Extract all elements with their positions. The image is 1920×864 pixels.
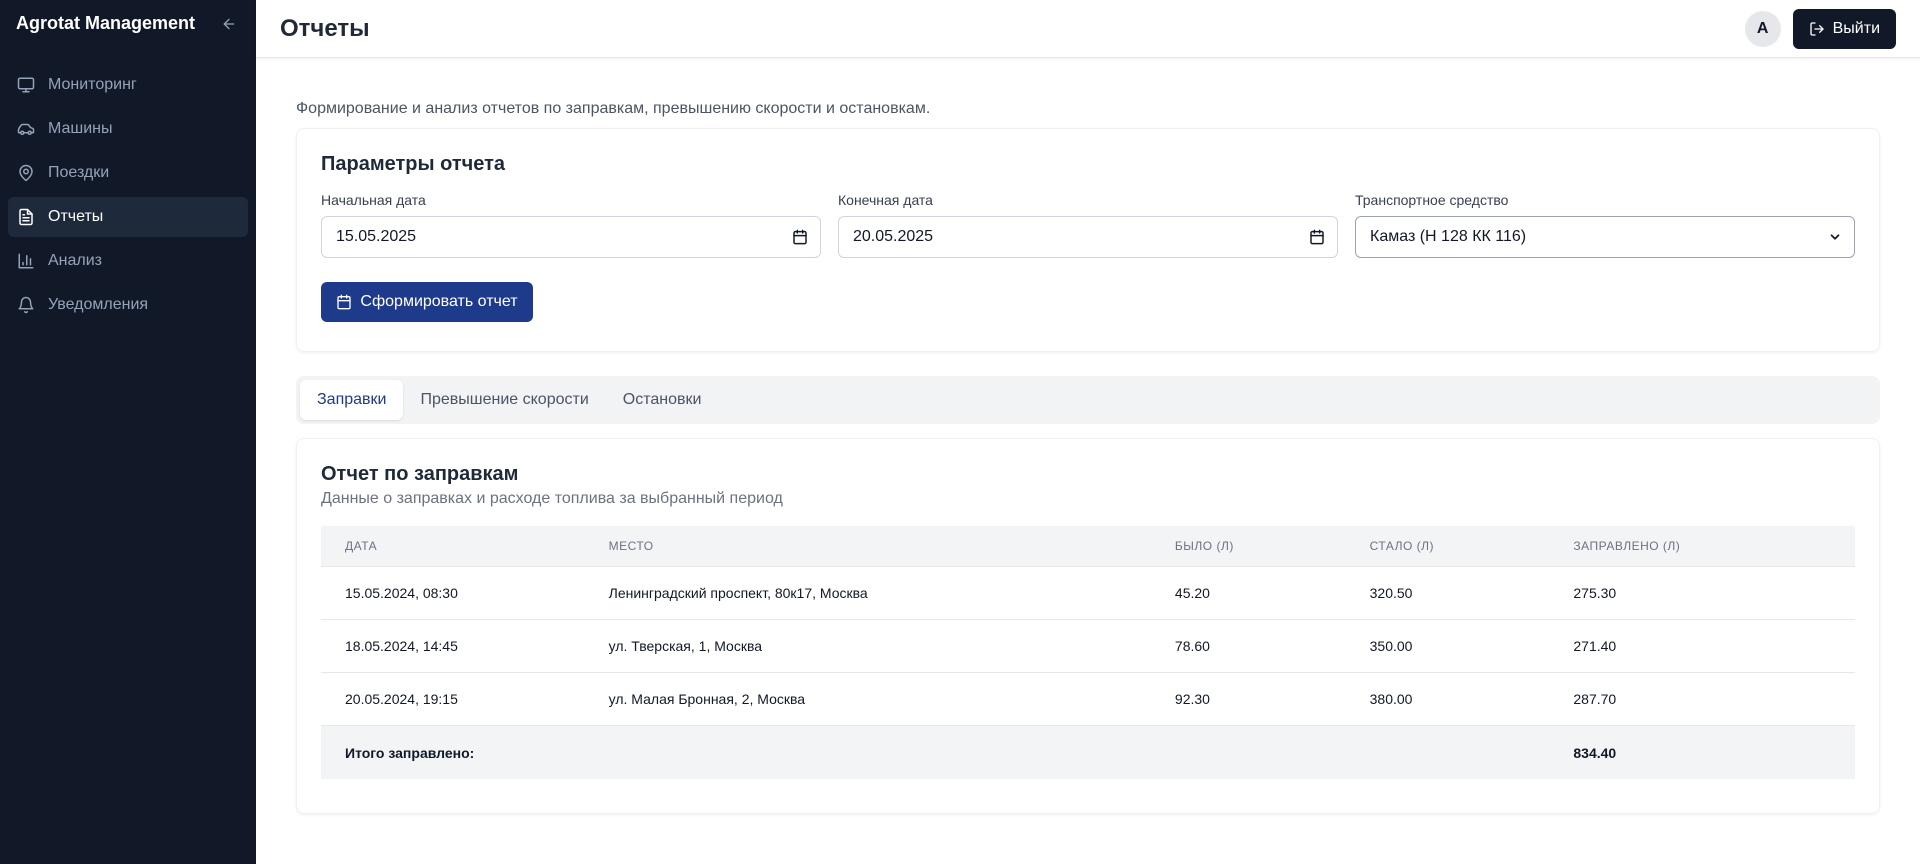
cell-date: 15.05.2024, 08:30: [345, 585, 458, 601]
report-title: Отчет по заправкам: [321, 463, 519, 485]
avatar[interactable]: A: [1744, 10, 1781, 47]
cell-refueled: 287.70: [1573, 691, 1617, 707]
vehicle-value: Камаз (Н 128 КК 116): [1370, 228, 1527, 245]
logout-button[interactable]: Выйти: [1792, 8, 1896, 49]
sidebar-item-label: Поездки: [48, 164, 110, 181]
params-fields: Начальная дата 15.05.2025 Конечная дата …: [321, 192, 1855, 258]
map-pin-icon: [16, 163, 36, 183]
cell-before: 92.30: [1174, 691, 1210, 707]
vehicle-select[interactable]: Камаз (Н 128 КК 116): [1355, 216, 1855, 258]
sidebar-item-label: Уведомления: [48, 296, 149, 313]
calendar-icon[interactable]: [1309, 229, 1325, 245]
column-header-place: Место: [608, 539, 654, 553]
log-out-icon: [1809, 21, 1824, 36]
generate-report-label: Сформировать отчет: [360, 293, 518, 310]
table-row: 15.05.2024, 08:30 Ленинградский проспект…: [321, 567, 1855, 620]
total-label: Итого заправлено:: [345, 744, 475, 761]
sidebar-item-label: Машины: [48, 120, 113, 137]
tab-speeding[interactable]: Превышение скорости: [403, 380, 605, 420]
column-header-before: Было (л): [1174, 539, 1234, 553]
column-header-date: Дата: [345, 539, 378, 553]
cell-after: 320.50: [1369, 585, 1413, 601]
sidebar-header: Agrotat Management: [0, 0, 256, 47]
end-date-field-group: Конечная дата 20.05.2025: [838, 192, 1338, 258]
refueling-report-card: Отчет по заправкам Данные о заправках и …: [296, 438, 1880, 814]
main-content: Формирование и анализ отчетов по заправк…: [296, 58, 1880, 814]
topbar-actions: A Выйти: [1744, 8, 1896, 49]
refueling-table: Дата Место Было (л) Стало (л) Заправлено…: [321, 526, 1855, 779]
table-row: 20.05.2024, 19:15 ул. Малая Бронная, 2, …: [321, 673, 1855, 726]
sidebar-item-monitoring[interactable]: Мониторинг: [8, 65, 248, 105]
sidebar-item-analysis[interactable]: Анализ: [8, 241, 248, 281]
cell-place: ул. Тверская, 1, Москва: [608, 638, 763, 654]
sidebar-item-label: Анализ: [48, 252, 103, 269]
end-date-input[interactable]: 20.05.2025: [838, 216, 1338, 258]
column-header-after: Стало (л): [1369, 539, 1435, 553]
sidebar-item-label: Отчеты: [48, 208, 104, 225]
cell-place: ул. Малая Бронная, 2, Москва: [608, 691, 806, 707]
generate-report-button[interactable]: Сформировать отчет: [321, 282, 533, 322]
vehicle-field-group: Транспортное средство Камаз (Н 128 КК 11…: [1355, 192, 1855, 258]
start-date-value: 15.05.2025: [336, 228, 417, 245]
end-date-label: Конечная дата: [838, 192, 933, 208]
calendar-icon: [337, 294, 352, 310]
car-icon: [16, 119, 36, 139]
brand-name: Agrotat Management: [16, 13, 196, 33]
column-header-refueled: Заправлено (л): [1573, 539, 1681, 553]
sidebar-item-label: Мониторинг: [48, 76, 137, 93]
top-bar: Отчеты A Выйти: [256, 0, 1920, 58]
page-title: Отчеты: [280, 14, 370, 42]
start-date-label: Начальная дата: [321, 192, 426, 208]
total-row: Итого заправлено: 834.40: [321, 726, 1855, 779]
cell-before: 45.20: [1174, 585, 1210, 601]
sidebar-nav: Мониторинг Машины Поездки Отчеты Анализ: [0, 47, 256, 325]
report-tabs: Заправки Превышение скорости Остановки: [296, 376, 1880, 424]
collapse-sidebar-button[interactable]: [218, 13, 240, 35]
cell-before: 78.60: [1174, 638, 1210, 654]
end-date-value: 20.05.2025: [853, 228, 934, 245]
calendar-icon[interactable]: [792, 229, 808, 245]
cell-date: 20.05.2024, 19:15: [345, 691, 458, 707]
cell-refueled: 271.40: [1573, 638, 1617, 654]
monitor-icon: [16, 75, 36, 95]
table-row: 18.05.2024, 14:45 ул. Тверская, 1, Москв…: [321, 620, 1855, 673]
cell-place: Ленинградский проспект, 80к17, Москва: [608, 585, 868, 601]
vehicle-label: Транспортное средство: [1355, 192, 1509, 208]
bell-icon: [16, 295, 36, 315]
report-params-card: Параметры отчета Начальная дата 15.05.20…: [296, 128, 1880, 352]
table-header: Дата Место Было (л) Стало (л) Заправлено…: [321, 526, 1855, 567]
chevron-down-icon: [1830, 234, 1840, 240]
sidebar-item-trips[interactable]: Поездки: [8, 153, 248, 193]
cell-refueled: 275.30: [1573, 585, 1617, 601]
params-title: Параметры отчета: [321, 153, 506, 175]
report-subtitle: Данные о заправках и расходе топлива за …: [321, 490, 783, 507]
page-description: Формирование и анализ отчетов по заправк…: [296, 100, 931, 117]
start-date-input[interactable]: 15.05.2025: [321, 216, 821, 258]
tab-refueling[interactable]: Заправки: [300, 380, 404, 420]
file-text-icon: [16, 207, 36, 227]
cell-after: 350.00: [1369, 638, 1413, 654]
tab-stops[interactable]: Остановки: [606, 380, 719, 420]
arrow-left-icon: [223, 18, 235, 29]
bar-chart-icon: [16, 251, 36, 271]
total-value: 834.40: [1573, 744, 1617, 761]
sidebar-item-cars[interactable]: Машины: [8, 109, 248, 149]
sidebar-item-notifications[interactable]: Уведомления: [8, 285, 248, 325]
cell-after: 380.00: [1369, 691, 1413, 707]
start-date-field-group: Начальная дата 15.05.2025: [321, 192, 821, 258]
logout-label: Выйти: [1832, 19, 1880, 37]
sidebar-item-reports[interactable]: Отчеты: [8, 197, 248, 237]
sidebar: Agrotat Management Мониторинг Машины Пое…: [0, 0, 256, 864]
cell-date: 18.05.2024, 14:45: [345, 638, 458, 654]
